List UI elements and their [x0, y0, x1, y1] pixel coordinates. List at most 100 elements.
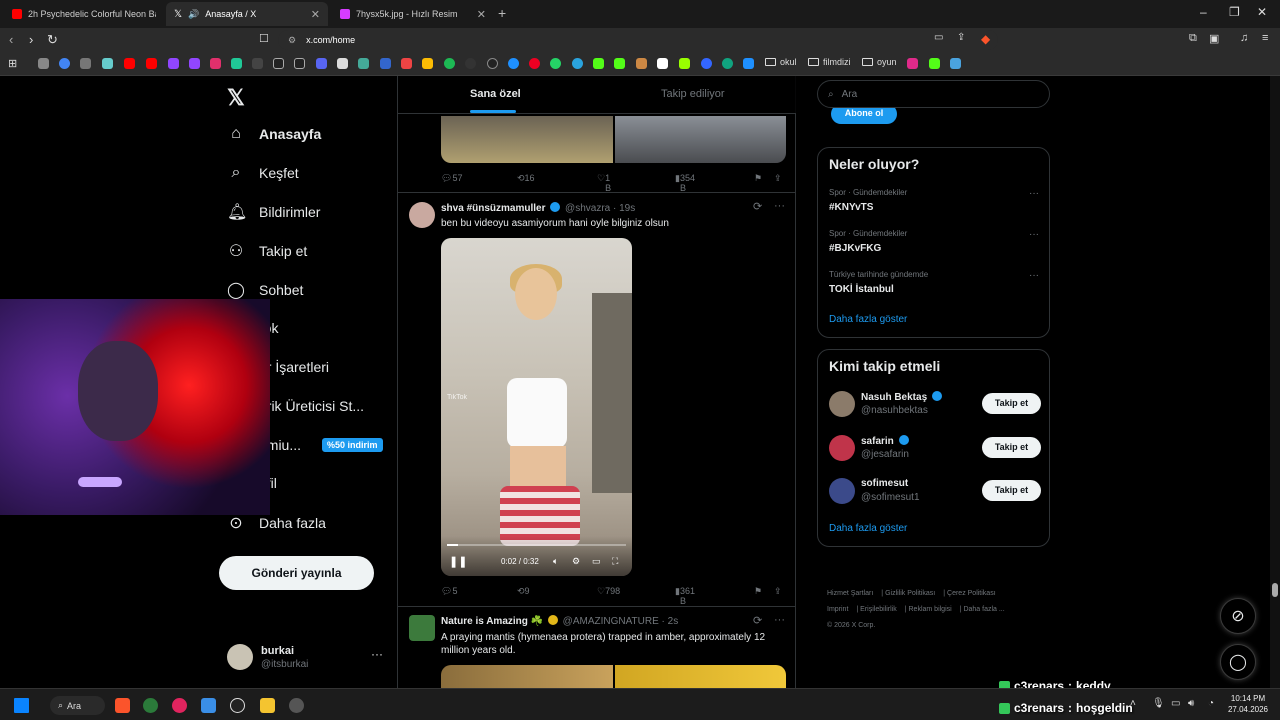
trend-item[interactable]: Türkiye tarihinde gündemde TOKİ İstanbul…: [829, 270, 1039, 295]
tab-following[interactable]: Takip ediliyor: [661, 88, 725, 100]
bookmark-icon[interactable]: [80, 58, 91, 69]
follow-button[interactable]: Takip et: [982, 480, 1041, 501]
telegram-icon[interactable]: [572, 58, 583, 69]
instagram-icon[interactable]: [210, 58, 221, 69]
video-progress-bar[interactable]: [447, 544, 626, 546]
tweet-media[interactable]: [441, 665, 786, 688]
bookmark-folder-filmdizi[interactable]: filmdizi: [808, 57, 851, 67]
footer-link[interactable]: Daha fazla ...: [963, 606, 1004, 613]
kick-icon[interactable]: [593, 58, 604, 69]
notification-icon[interactable]: ◔: [1208, 698, 1214, 709]
bookmark-icon[interactable]: [401, 58, 412, 69]
tiktok-icon[interactable]: [273, 58, 284, 69]
bookmark-icon[interactable]: [701, 58, 712, 69]
windows-start-icon[interactable]: [14, 698, 29, 713]
minimize-button[interactable]: –: [1200, 5, 1207, 19]
x-logo[interactable]: 𝕏: [227, 85, 245, 111]
account-switcher[interactable]: burkai @itsburkai ···: [227, 643, 387, 673]
drive-icon[interactable]: [422, 58, 433, 69]
sidebar-item-explore[interactable]: ⌕ Keşfet: [227, 161, 299, 185]
google-icon[interactable]: [59, 58, 70, 69]
bookmark-icon[interactable]: [529, 58, 540, 69]
like-button[interactable]: ♡ 798: [597, 586, 620, 597]
bookmark-icon[interactable]: [950, 58, 961, 69]
more-options-icon[interactable]: ···: [1029, 229, 1039, 240]
follow-suggestion[interactable]: sofimesut @sofimesut1 Takip et: [829, 478, 1041, 508]
bookmark-folder-oyun[interactable]: oyun: [862, 57, 897, 67]
bookmark-icon[interactable]: [231, 58, 242, 69]
wallet-icon[interactable]: ▣: [1209, 32, 1219, 45]
bookmark-icon[interactable]: [907, 58, 918, 69]
browser-tab-image[interactable]: 7hysx5k.jpg - Hızlı Resim ✕: [332, 2, 494, 26]
settings-icon[interactable]: ⚙: [572, 556, 580, 567]
views-button[interactable]: ▮ 354 B: [675, 173, 695, 193]
bookmark-button[interactable]: ⚑: [754, 586, 762, 597]
github-icon[interactable]: [487, 58, 498, 69]
more-options-icon[interactable]: ···: [774, 200, 785, 212]
author-handle[interactable]: @shvazra · 19s: [565, 203, 635, 214]
scrollbar-thumb[interactable]: [1272, 583, 1278, 597]
forward-icon[interactable]: ›: [29, 32, 33, 47]
brave-shield-icon[interactable]: ◆: [981, 32, 990, 46]
post-button[interactable]: Gönderi yayınla: [219, 556, 374, 590]
bookmark-icon[interactable]: [337, 58, 348, 69]
new-tab-button[interactable]: +: [498, 5, 506, 21]
prev-tweet-media[interactable]: [441, 116, 786, 163]
search-input[interactable]: ⌕ Ara: [817, 80, 1050, 108]
footer-link[interactable]: Erişilebilirlik: [860, 606, 897, 613]
bookmark-icon[interactable]: [743, 58, 754, 69]
chatgpt-icon[interactable]: [722, 58, 733, 69]
follow-button[interactable]: Takip et: [982, 437, 1041, 458]
network-icon[interactable]: ▭: [1171, 698, 1180, 709]
bookmark-icon[interactable]: [102, 58, 113, 69]
reply-button[interactable]: 💬︎ 57: [441, 173, 462, 184]
more-options-icon[interactable]: ···: [1029, 270, 1039, 281]
author-name[interactable]: Nature is Amazing ☘️: [441, 616, 543, 627]
pause-button[interactable]: ❚❚: [449, 555, 467, 568]
twitch-icon[interactable]: [189, 58, 200, 69]
discord-icon[interactable]: [316, 58, 327, 69]
follow-button[interactable]: Takip et: [982, 393, 1041, 414]
bookmark-icon[interactable]: [358, 58, 369, 69]
avatar[interactable]: [409, 615, 435, 641]
brave-icon[interactable]: [115, 698, 130, 713]
grok-fab-button[interactable]: ⊘: [1220, 598, 1256, 634]
reload-icon[interactable]: ↻: [47, 32, 58, 48]
kick-icon[interactable]: [929, 58, 940, 69]
footer-link[interactable]: Gizlilik Politikası: [885, 590, 935, 597]
menu-icon[interactable]: ≡: [1262, 32, 1268, 44]
trend-item[interactable]: Spor · Gündemdekiler #KNYvTS ···: [829, 188, 1039, 213]
follow-suggestion[interactable]: safarin @jesafarin Takip et: [829, 435, 1041, 465]
restore-button[interactable]: ❐: [1229, 5, 1240, 19]
twitch-icon[interactable]: [168, 58, 179, 69]
tiktok-icon[interactable]: [294, 58, 305, 69]
app-icon[interactable]: [172, 698, 187, 713]
mic-icon[interactable]: 🎙︎: [1152, 698, 1165, 709]
browser-tab-x[interactable]: 𝕏 🔊 Anasayfa / X ✕: [166, 2, 328, 26]
grok-explain-icon[interactable]: ⟳: [753, 614, 762, 627]
share-icon[interactable]: ⇪: [957, 32, 965, 43]
address-bar[interactable]: ⚙ x.com/home: [278, 30, 998, 50]
footer-link[interactable]: Reklam bilgisi: [909, 606, 952, 613]
cast-icon[interactable]: ▭: [934, 32, 943, 43]
apps-icon[interactable]: ⊞: [8, 57, 17, 70]
follow-suggestion[interactable]: Nasuh Bektaş @nasuhbektas Takip et: [829, 391, 1041, 421]
author-name[interactable]: shva #ünsüzmamuller: [441, 203, 545, 214]
show-more-link[interactable]: Daha fazla göster: [829, 314, 907, 325]
tab-for-you[interactable]: Sana özel: [470, 88, 521, 100]
close-window-button[interactable]: ✕: [1257, 5, 1267, 19]
whatsapp-icon[interactable]: [550, 58, 561, 69]
bookmark-page-icon[interactable]: ☐: [259, 32, 269, 45]
sidebar-item-home[interactable]: ⌂ Anasayfa: [227, 122, 321, 146]
pip-icon[interactable]: ▭: [592, 556, 601, 567]
bookmark-icon[interactable]: [636, 58, 647, 69]
author-handle[interactable]: @AMAZINGNATURE · 2s: [563, 616, 679, 627]
footer-link[interactable]: Hizmet Şartları: [827, 590, 873, 597]
site-info-icon[interactable]: ⚙: [288, 35, 296, 46]
avatar[interactable]: [409, 202, 435, 228]
photos-icon[interactable]: [201, 698, 216, 713]
bookmark-icon[interactable]: [465, 58, 476, 69]
app-icon[interactable]: [230, 698, 245, 713]
page-scrollbar[interactable]: [1270, 76, 1280, 688]
kick-icon[interactable]: [614, 58, 625, 69]
